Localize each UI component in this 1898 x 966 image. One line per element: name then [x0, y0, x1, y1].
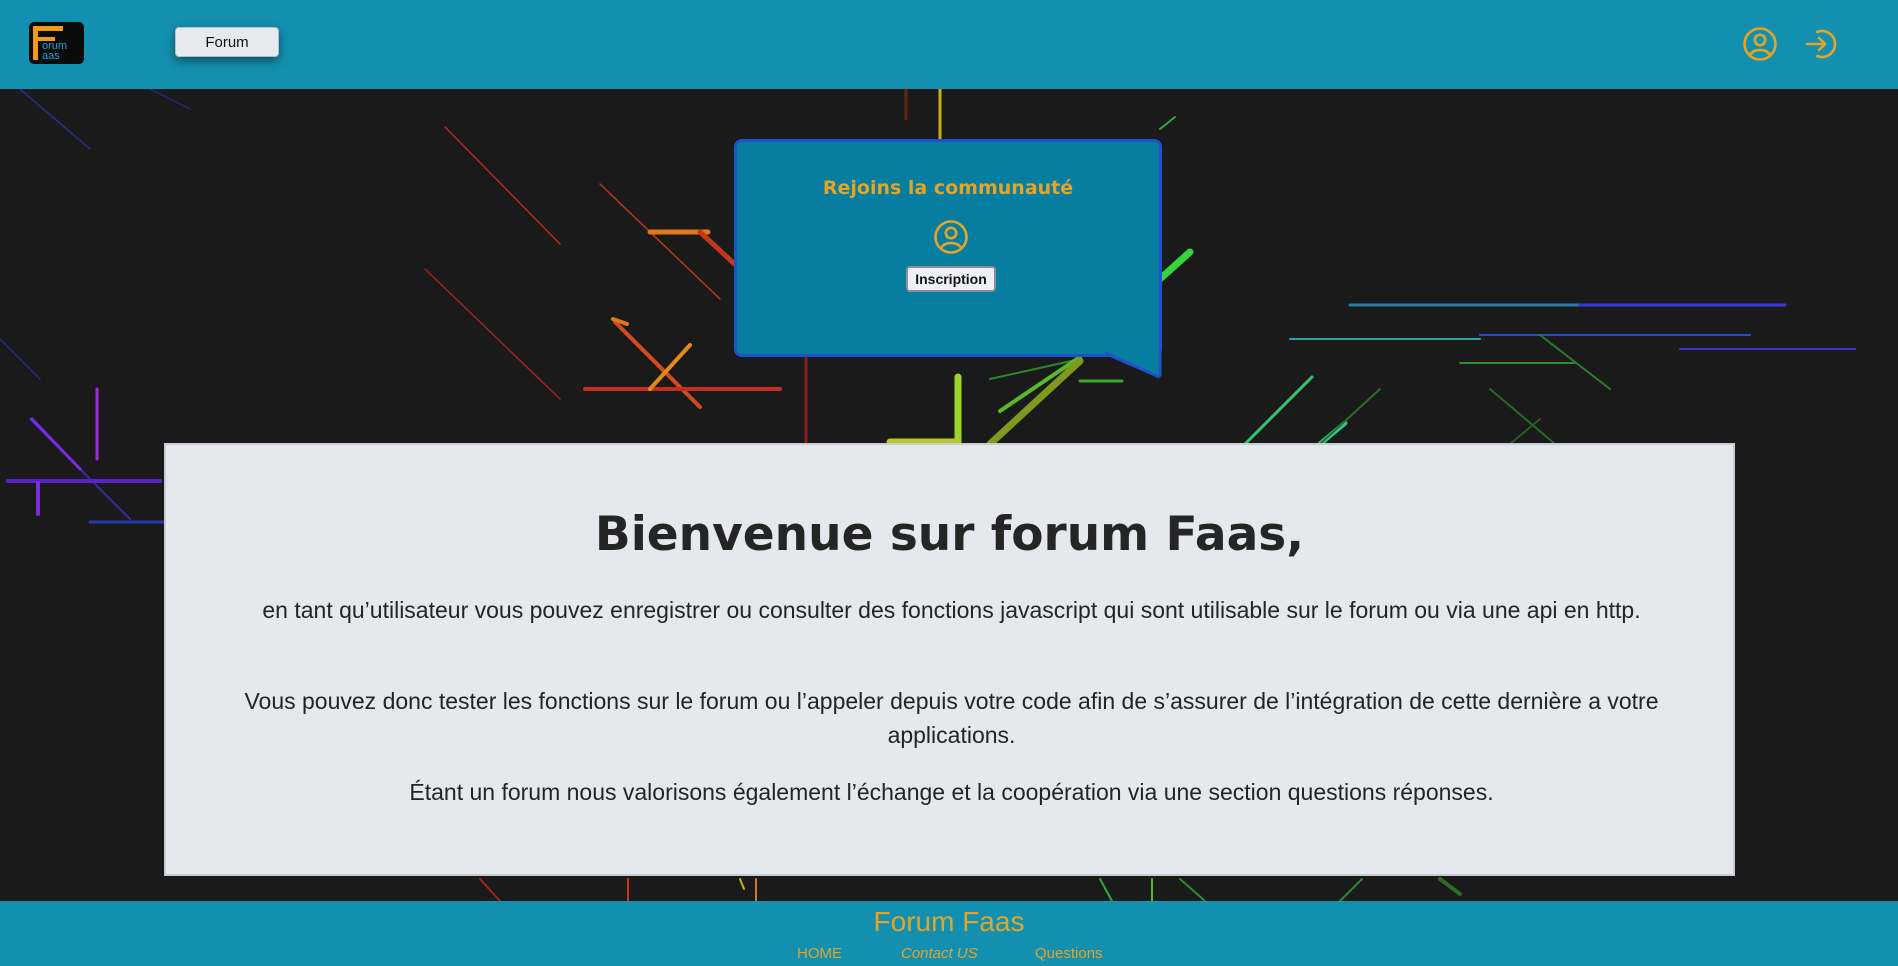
- footer-link-questions[interactable]: Questions: [1035, 945, 1103, 962]
- user-circle-icon: [934, 220, 968, 254]
- welcome-paragraph-2: Vous pouvez donc tester les fonctions su…: [244, 688, 1659, 748]
- inscription-button[interactable]: Inscription: [906, 266, 996, 292]
- bubble-tail: [1105, 351, 1162, 378]
- join-community-bubble: Rejoins la communauté Inscription: [734, 139, 1162, 357]
- logo-text-aas: aas: [42, 50, 60, 62]
- footer-link-home[interactable]: HOME: [797, 945, 842, 962]
- sign-in-icon[interactable]: [1804, 26, 1840, 62]
- join-community-title: Rejoins la communauté: [822, 177, 1074, 199]
- top-navbar: orum aas Forum: [0, 0, 1898, 89]
- user-circle-icon[interactable]: [1742, 26, 1778, 62]
- welcome-paragraph-1: en tant qu’utilisateur vous pouvez enreg…: [262, 597, 1641, 623]
- welcome-paragraph-3: Étant un forum nous valorisons également…: [409, 779, 1494, 805]
- forum-button[interactable]: Forum: [175, 27, 279, 57]
- welcome-title: Bienvenue sur forum Faas,: [594, 507, 1305, 562]
- forum-faas-logo[interactable]: orum aas: [29, 22, 84, 64]
- welcome-card: Bienvenue sur forum Faas, en tant qu’uti…: [164, 443, 1735, 876]
- footer-link-contact[interactable]: Contact US: [901, 945, 978, 962]
- footer-title: Forum Faas: [873, 906, 1025, 937]
- footer: Forum Faas HOME Contact US Questions: [0, 901, 1898, 966]
